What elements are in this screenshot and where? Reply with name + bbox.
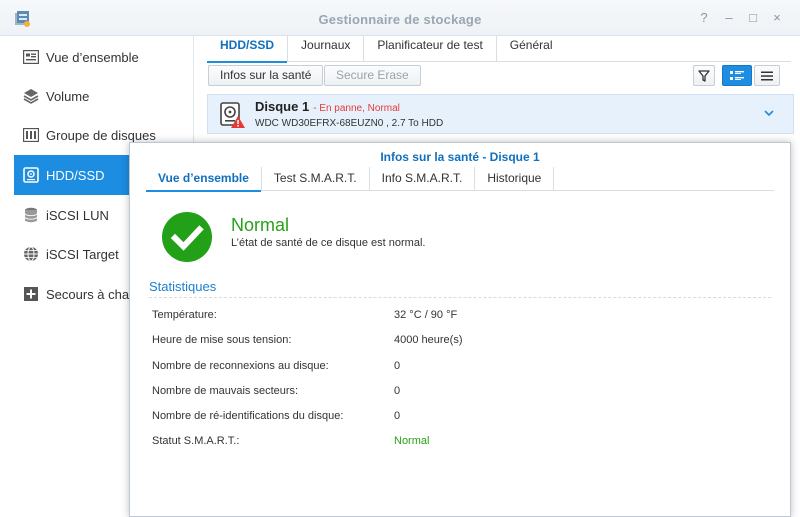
tab-general[interactable]: Général (497, 36, 566, 62)
disk-model: WDC WD30EFRX-68EUZN0 , 2.7 To HDD (255, 118, 444, 129)
storage-manager-window: Gestionnaire de stockage ? – □ × Vue d’e… (0, 0, 800, 517)
stat-value-reidentifications: 0 (394, 410, 401, 422)
main-tabs: HDD/SSD Journaux Planificateur de test G… (207, 36, 791, 63)
database-icon (22, 206, 40, 224)
filter-button[interactable] (693, 65, 715, 86)
statistics-heading: Statistiques (149, 279, 217, 294)
health-status: Normal (231, 215, 290, 235)
tab-logs[interactable]: Journaux (288, 36, 365, 62)
stat-label-reidentifications: Nombre de ré-identifications du disque: (152, 410, 344, 422)
sidebar-item-volume[interactable]: Volume (14, 76, 194, 116)
stat-value-temperature: 32 °C / 90 °F (394, 309, 458, 321)
disk-list-item[interactable]: Disque 1- En panne, Normal WDC WD30EFRX-… (207, 94, 794, 134)
dialog-title: Infos sur la santé - Disque 1 (380, 150, 540, 164)
disk-name-text: Disque 1 (255, 99, 310, 114)
tab-smart-test[interactable]: Test S.M.A.R.T. (262, 167, 370, 191)
tab-test-scheduler[interactable]: Planificateur de test (364, 36, 497, 62)
sidebar-item-label: HDD/SSD (46, 167, 105, 183)
health-info-button[interactable]: Infos sur la santé (208, 65, 324, 86)
disk-name: Disque 1- En panne, Normal (255, 99, 400, 114)
list-icon (761, 71, 773, 80)
sidebar-item-label: iSCSI Target (46, 246, 119, 262)
window-title: Gestionnaire de stockage (318, 12, 482, 27)
list-view-button[interactable] (754, 65, 780, 86)
stat-label-power-on-hours: Heure de mise sous tension: (152, 334, 292, 346)
tab-hdd-ssd[interactable]: HDD/SSD (207, 36, 289, 63)
overview-icon (22, 48, 40, 66)
chevron-down-icon[interactable] (763, 107, 775, 119)
sidebar-item-label: Volume (46, 88, 90, 104)
stat-value-power-on-hours: 4000 heure(s) (394, 334, 463, 346)
detail-view-button[interactable] (722, 65, 752, 86)
plus-box-icon (22, 285, 40, 303)
sidebar-item-label: Vue d’ensemble (46, 49, 139, 65)
stat-value-reconnections: 0 (394, 360, 401, 372)
sidebar-item-overview[interactable]: Vue d’ensemble (14, 37, 194, 77)
hdd-icon (22, 166, 40, 184)
maximize-icon[interactable]: □ (745, 10, 761, 26)
stat-value-smart-status: Normal (394, 435, 430, 447)
sidebar-item-label: iSCSI LUN (46, 207, 109, 223)
stat-label-smart-status: Statut S.M.A.R.T.: (152, 435, 240, 447)
detail-list-icon (730, 70, 744, 80)
close-icon[interactable]: × (769, 10, 785, 26)
volume-icon (22, 87, 40, 105)
check-circle-icon (162, 212, 212, 262)
sidebar-item-label: Groupe de disques (46, 127, 156, 143)
tab-history[interactable]: Historique (475, 167, 555, 191)
tab-overview[interactable]: Vue d’ensemble (146, 167, 262, 192)
health-info-dialog: Infos sur la santé - Disque 1 Vue d’ense… (129, 142, 791, 517)
secure-erase-button[interactable]: Secure Erase (324, 65, 421, 86)
disk-group-icon (22, 126, 40, 144)
globe-icon (22, 245, 40, 263)
stat-label-reconnections: Nombre de reconnexions au disque: (152, 360, 329, 372)
disk-status: - En panne, Normal (313, 103, 400, 114)
hdd-warning-icon (220, 102, 245, 128)
stat-value-bad-sectors: 0 (394, 385, 401, 397)
help-icon[interactable]: ? (696, 10, 712, 26)
title-bar: Gestionnaire de stockage ? – □ × (0, 0, 800, 36)
minimize-icon[interactable]: – (721, 10, 737, 26)
dialog-tabs: Vue d’ensemble Test S.M.A.R.T. Info S.M.… (146, 167, 774, 192)
stat-label-bad-sectors: Nombre de mauvais secteurs: (152, 385, 299, 397)
section-divider (149, 297, 771, 298)
tab-smart-info[interactable]: Info S.M.A.R.T. (370, 167, 476, 191)
stat-label-temperature: Température: (152, 309, 217, 321)
filter-icon (698, 69, 710, 82)
health-description: L’état de santé de ce disque est normal. (231, 237, 426, 249)
